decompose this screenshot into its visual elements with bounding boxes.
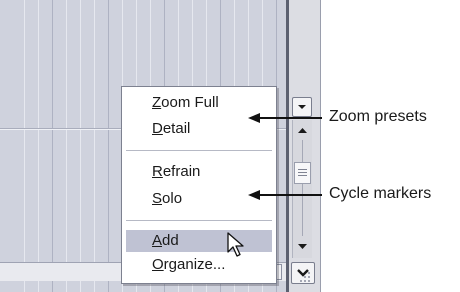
mouse-pointer-icon <box>227 232 244 257</box>
menu-item-solo[interactable]: Solo <box>152 188 182 210</box>
menu-item-label: rganize... <box>163 256 226 273</box>
grid-line <box>24 0 25 292</box>
grid-line <box>38 0 39 292</box>
mnemonic: O <box>152 256 164 273</box>
mnemonic: S <box>152 190 163 207</box>
menu-item-add[interactable]: Add <box>126 230 272 252</box>
zoom-menu: Zoom Full Detail Refrain Solo Add Organi… <box>121 86 277 284</box>
grid-line <box>108 0 109 292</box>
grid-line <box>94 0 95 292</box>
menu-item-refrain[interactable]: Refrain <box>152 161 200 183</box>
chevron-down-icon <box>298 105 306 109</box>
callout-zoom-presets: Zoom presets <box>329 108 427 125</box>
grid-line <box>66 0 67 292</box>
arrow-up-icon[interactable] <box>293 122 312 138</box>
menu-item-label: efrain <box>162 163 201 180</box>
menu-separator <box>126 220 272 221</box>
menu-item-detail[interactable]: Detail <box>152 118 190 140</box>
menu-separator <box>126 150 272 151</box>
menu-item-label: dd <box>162 232 179 249</box>
mnemonic: R <box>152 163 163 180</box>
slider-track <box>302 140 303 236</box>
mnemonic: A <box>152 232 163 249</box>
menu-item-zoom-full[interactable]: Zoom Full <box>152 92 219 114</box>
menu-item-label: olo <box>162 190 183 207</box>
grid-line <box>52 0 53 292</box>
arrow-down-icon[interactable] <box>293 238 312 254</box>
grid-line <box>80 0 81 292</box>
vertical-scrollbar[interactable] <box>292 120 312 258</box>
menu-item-label: etail <box>162 120 191 137</box>
menu-item-organize[interactable]: Organize... <box>152 254 225 276</box>
cycle-markers-dropdown-button[interactable] <box>292 97 312 117</box>
grip-icon[interactable] <box>294 162 311 184</box>
mnemonic: D <box>152 120 163 137</box>
resize-grip[interactable] <box>296 268 312 284</box>
mnemonic: Z <box>152 94 162 111</box>
callout-cycle-markers: Cycle markers <box>329 185 432 202</box>
menu-item-label: oom Full <box>161 94 219 111</box>
